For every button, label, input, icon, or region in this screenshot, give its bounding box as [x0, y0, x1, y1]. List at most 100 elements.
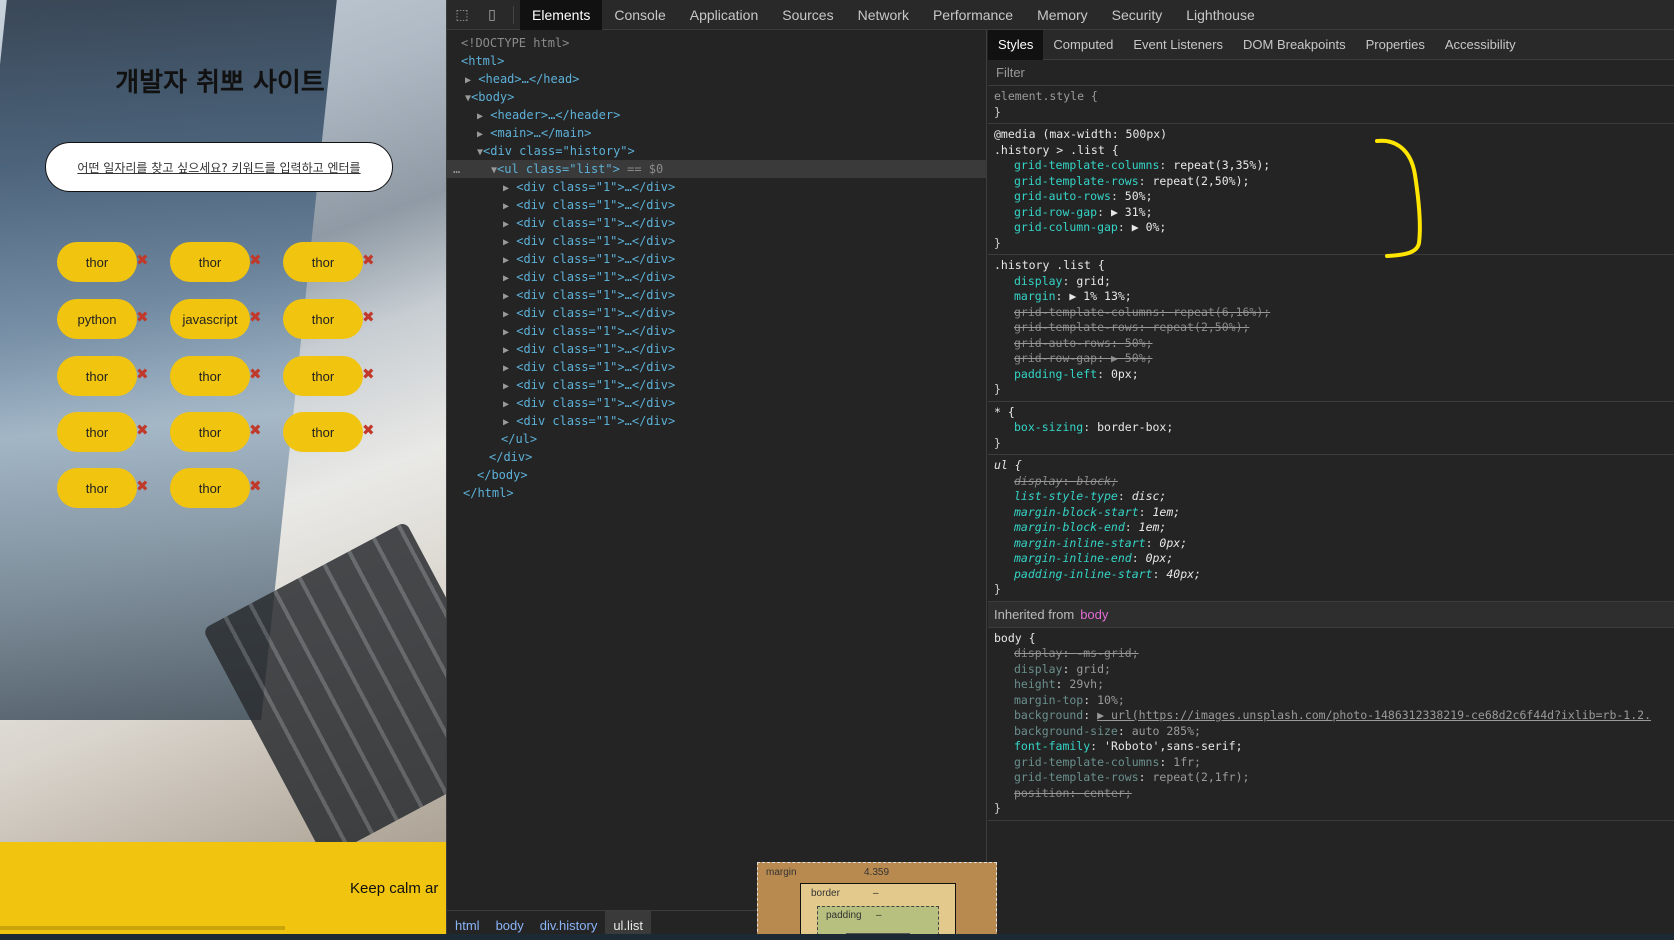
remove-icon[interactable]: ✖ [136, 251, 149, 269]
rule-selector[interactable]: .history .list { [994, 258, 1674, 274]
css-property-overridden[interactable]: display: block; [994, 474, 1674, 490]
tab-properties[interactable]: Properties [1356, 30, 1435, 60]
css-property-not-inherited[interactable]: grid-template-rows: repeat(2,1fr); [994, 770, 1674, 786]
tab-lighthouse[interactable]: Lighthouse [1174, 0, 1267, 30]
box-model-padding-value[interactable]: – [876, 910, 882, 921]
rule-selector[interactable]: * { [994, 405, 1674, 421]
tag-chip[interactable]: thor [57, 242, 137, 282]
css-property[interactable]: display: grid; [994, 274, 1674, 290]
css-property-invalid[interactable]: ▲position: center; [994, 786, 1674, 802]
tab-styles[interactable]: Styles [988, 30, 1044, 60]
tag-chip[interactable]: thor [283, 356, 363, 396]
dom-node-div-item[interactable]: ▶ <div class="1">…</div> [503, 376, 675, 394]
dom-node-body[interactable]: ▼<body> [465, 88, 514, 106]
tag-chip[interactable]: thor [57, 356, 137, 396]
tag-chip[interactable]: javascript [170, 299, 250, 339]
dom-node-div-item[interactable]: ▶ <div class="1">…</div> [503, 322, 675, 340]
search-input[interactable]: 어떤 일자리를 찾고 싶으세요? 키워드를 입력하고 엔터를 [45, 142, 393, 192]
css-property-overridden[interactable]: grid-template-columns: repeat(6,16%); [994, 305, 1674, 321]
dom-node-div-item[interactable]: ▶ <div class="1">…</div> [503, 358, 675, 376]
expand-triangle-icon[interactable]: ▶ [503, 327, 509, 338]
dom-node-head[interactable]: ▶ <head>…</head> [465, 70, 579, 88]
dom-node-div-history[interactable]: ▼<div class="history"> [477, 142, 635, 160]
css-property-not-inherited[interactable]: background: ▶ url(https://images.unsplas… [994, 708, 1674, 724]
tab-accessibility[interactable]: Accessibility [1435, 30, 1526, 60]
css-property-not-inherited[interactable]: height: 29vh; [994, 677, 1674, 693]
tab-network[interactable]: Network [846, 0, 921, 30]
expand-triangle-icon[interactable]: ▶ [503, 291, 509, 302]
css-property-overridden[interactable]: grid-auto-rows: 50%; [994, 336, 1674, 352]
remove-icon[interactable]: ✖ [136, 365, 149, 383]
dom-node-ul-close[interactable]: </ul> [501, 430, 537, 448]
expand-triangle-icon[interactable]: ▶ [503, 381, 509, 392]
styles-filter-input[interactable]: Filter [988, 60, 1674, 86]
css-property[interactable]: margin: ▶ 1% 13%; [994, 289, 1674, 305]
dom-node-div-item[interactable]: ▶ <div class="1">…</div> [503, 394, 675, 412]
tag-chip[interactable]: thor [170, 468, 250, 508]
dom-node-body-close[interactable]: </body> [477, 466, 528, 484]
expand-triangle-icon[interactable]: ▶ [465, 75, 471, 86]
remove-icon[interactable]: ✖ [249, 308, 262, 326]
tag-chip[interactable]: thor [283, 412, 363, 452]
more-options-icon[interactable]: … [453, 160, 460, 178]
css-property-not-inherited[interactable]: display: grid; [994, 662, 1674, 678]
remove-icon[interactable]: ✖ [249, 421, 262, 439]
expand-triangle-icon[interactable]: ▶ [503, 201, 509, 212]
tag-chip[interactable]: thor [170, 242, 250, 282]
box-model-margin-value[interactable]: 4.359 [864, 867, 889, 878]
remove-icon[interactable]: ✖ [249, 477, 262, 495]
box-model-border-value[interactable]: – [873, 888, 879, 899]
expand-triangle-icon[interactable]: ▶ [503, 399, 509, 410]
dom-node-header[interactable]: ▶ <header>…</header> [477, 106, 620, 124]
tag-chip[interactable]: thor [170, 356, 250, 396]
expand-triangle-icon[interactable]: ▶ [503, 273, 509, 284]
css-property[interactable]: grid-row-gap: ▶ 31%; [994, 205, 1674, 221]
tag-chip[interactable]: thor [283, 299, 363, 339]
dom-node-div-item[interactable]: ▶ <div class="1">…</div> [503, 196, 675, 214]
tab-elements[interactable]: Elements [520, 0, 603, 30]
tab-performance[interactable]: Performance [921, 0, 1025, 30]
css-property[interactable]: grid-template-columns: repeat(3,35%); [994, 158, 1674, 174]
rule-selector[interactable]: ul { [994, 458, 1674, 474]
remove-icon[interactable]: ✖ [362, 421, 375, 439]
rule-selector[interactable]: .history > .list { [994, 143, 1674, 159]
dom-node-div-close[interactable]: </div> [489, 448, 532, 466]
tag-chip[interactable]: thor [57, 468, 137, 508]
remove-icon[interactable]: ✖ [136, 477, 149, 495]
expand-triangle-icon[interactable]: ▶ [503, 255, 509, 266]
tab-memory[interactable]: Memory [1025, 0, 1100, 30]
css-property-overridden[interactable]: display: -ms-grid; [994, 646, 1674, 662]
expand-triangle-icon[interactable]: ▶ [503, 237, 509, 248]
dom-node-ul-list-selected[interactable]: … ▼<ul class="list"> == $0 [447, 160, 987, 178]
dom-node-div-item[interactable]: ▶ <div class="1">…</div> [503, 250, 675, 268]
dom-node-html-close[interactable]: </html> [463, 484, 514, 502]
background-url-link[interactable]: ▶ url(https://images.unsplash.com/photo-… [1097, 708, 1651, 722]
dom-node-div-item[interactable]: ▶ <div class="1">…</div> [503, 286, 675, 304]
tag-chip[interactable]: thor [57, 412, 137, 452]
css-property-overridden[interactable]: grid-template-rows: repeat(2,50%); [994, 320, 1674, 336]
expand-triangle-icon[interactable]: ▶ [477, 111, 483, 122]
dom-node-div-item[interactable]: ▶ <div class="1">…</div> [503, 268, 675, 286]
css-property[interactable]: grid-column-gap: ▶ 0%; [994, 220, 1674, 236]
css-property-not-inherited[interactable]: margin-top: 10%; [994, 693, 1674, 709]
remove-icon[interactable]: ✖ [249, 365, 262, 383]
dom-node-main[interactable]: ▶ <main>…</main> [477, 124, 591, 142]
expand-triangle-icon[interactable]: ▶ [503, 309, 509, 320]
rule-selector[interactable]: body { [994, 631, 1674, 647]
css-property[interactable]: margin-block-start: 1em; [994, 505, 1674, 521]
css-property[interactable]: margin-inline-end: 0px; [994, 551, 1674, 567]
css-property-overridden[interactable]: grid-row-gap: ▶ 50%; [994, 351, 1674, 367]
expand-triangle-icon[interactable]: ▶ [503, 345, 509, 356]
inspect-element-icon[interactable]: ⬚ [447, 0, 477, 30]
expand-triangle-icon[interactable]: ▶ [503, 417, 509, 428]
horizontal-scrollbar[interactable] [0, 926, 285, 930]
inherited-from-link[interactable]: body [1080, 607, 1108, 622]
expand-triangle-icon[interactable]: ▶ [503, 183, 509, 194]
dom-node-doctype[interactable]: <!DOCTYPE html> [461, 34, 569, 52]
css-property[interactable]: list-style-type: disc; [994, 489, 1674, 505]
tab-console[interactable]: Console [602, 0, 677, 30]
css-property[interactable]: padding-left: 0px; [994, 367, 1674, 383]
dom-node-div-item[interactable]: ▶ <div class="1">…</div> [503, 340, 675, 358]
css-property[interactable]: grid-template-rows: repeat(2,50%); [994, 174, 1674, 190]
css-property[interactable]: grid-auto-rows: 50%; [994, 189, 1674, 205]
